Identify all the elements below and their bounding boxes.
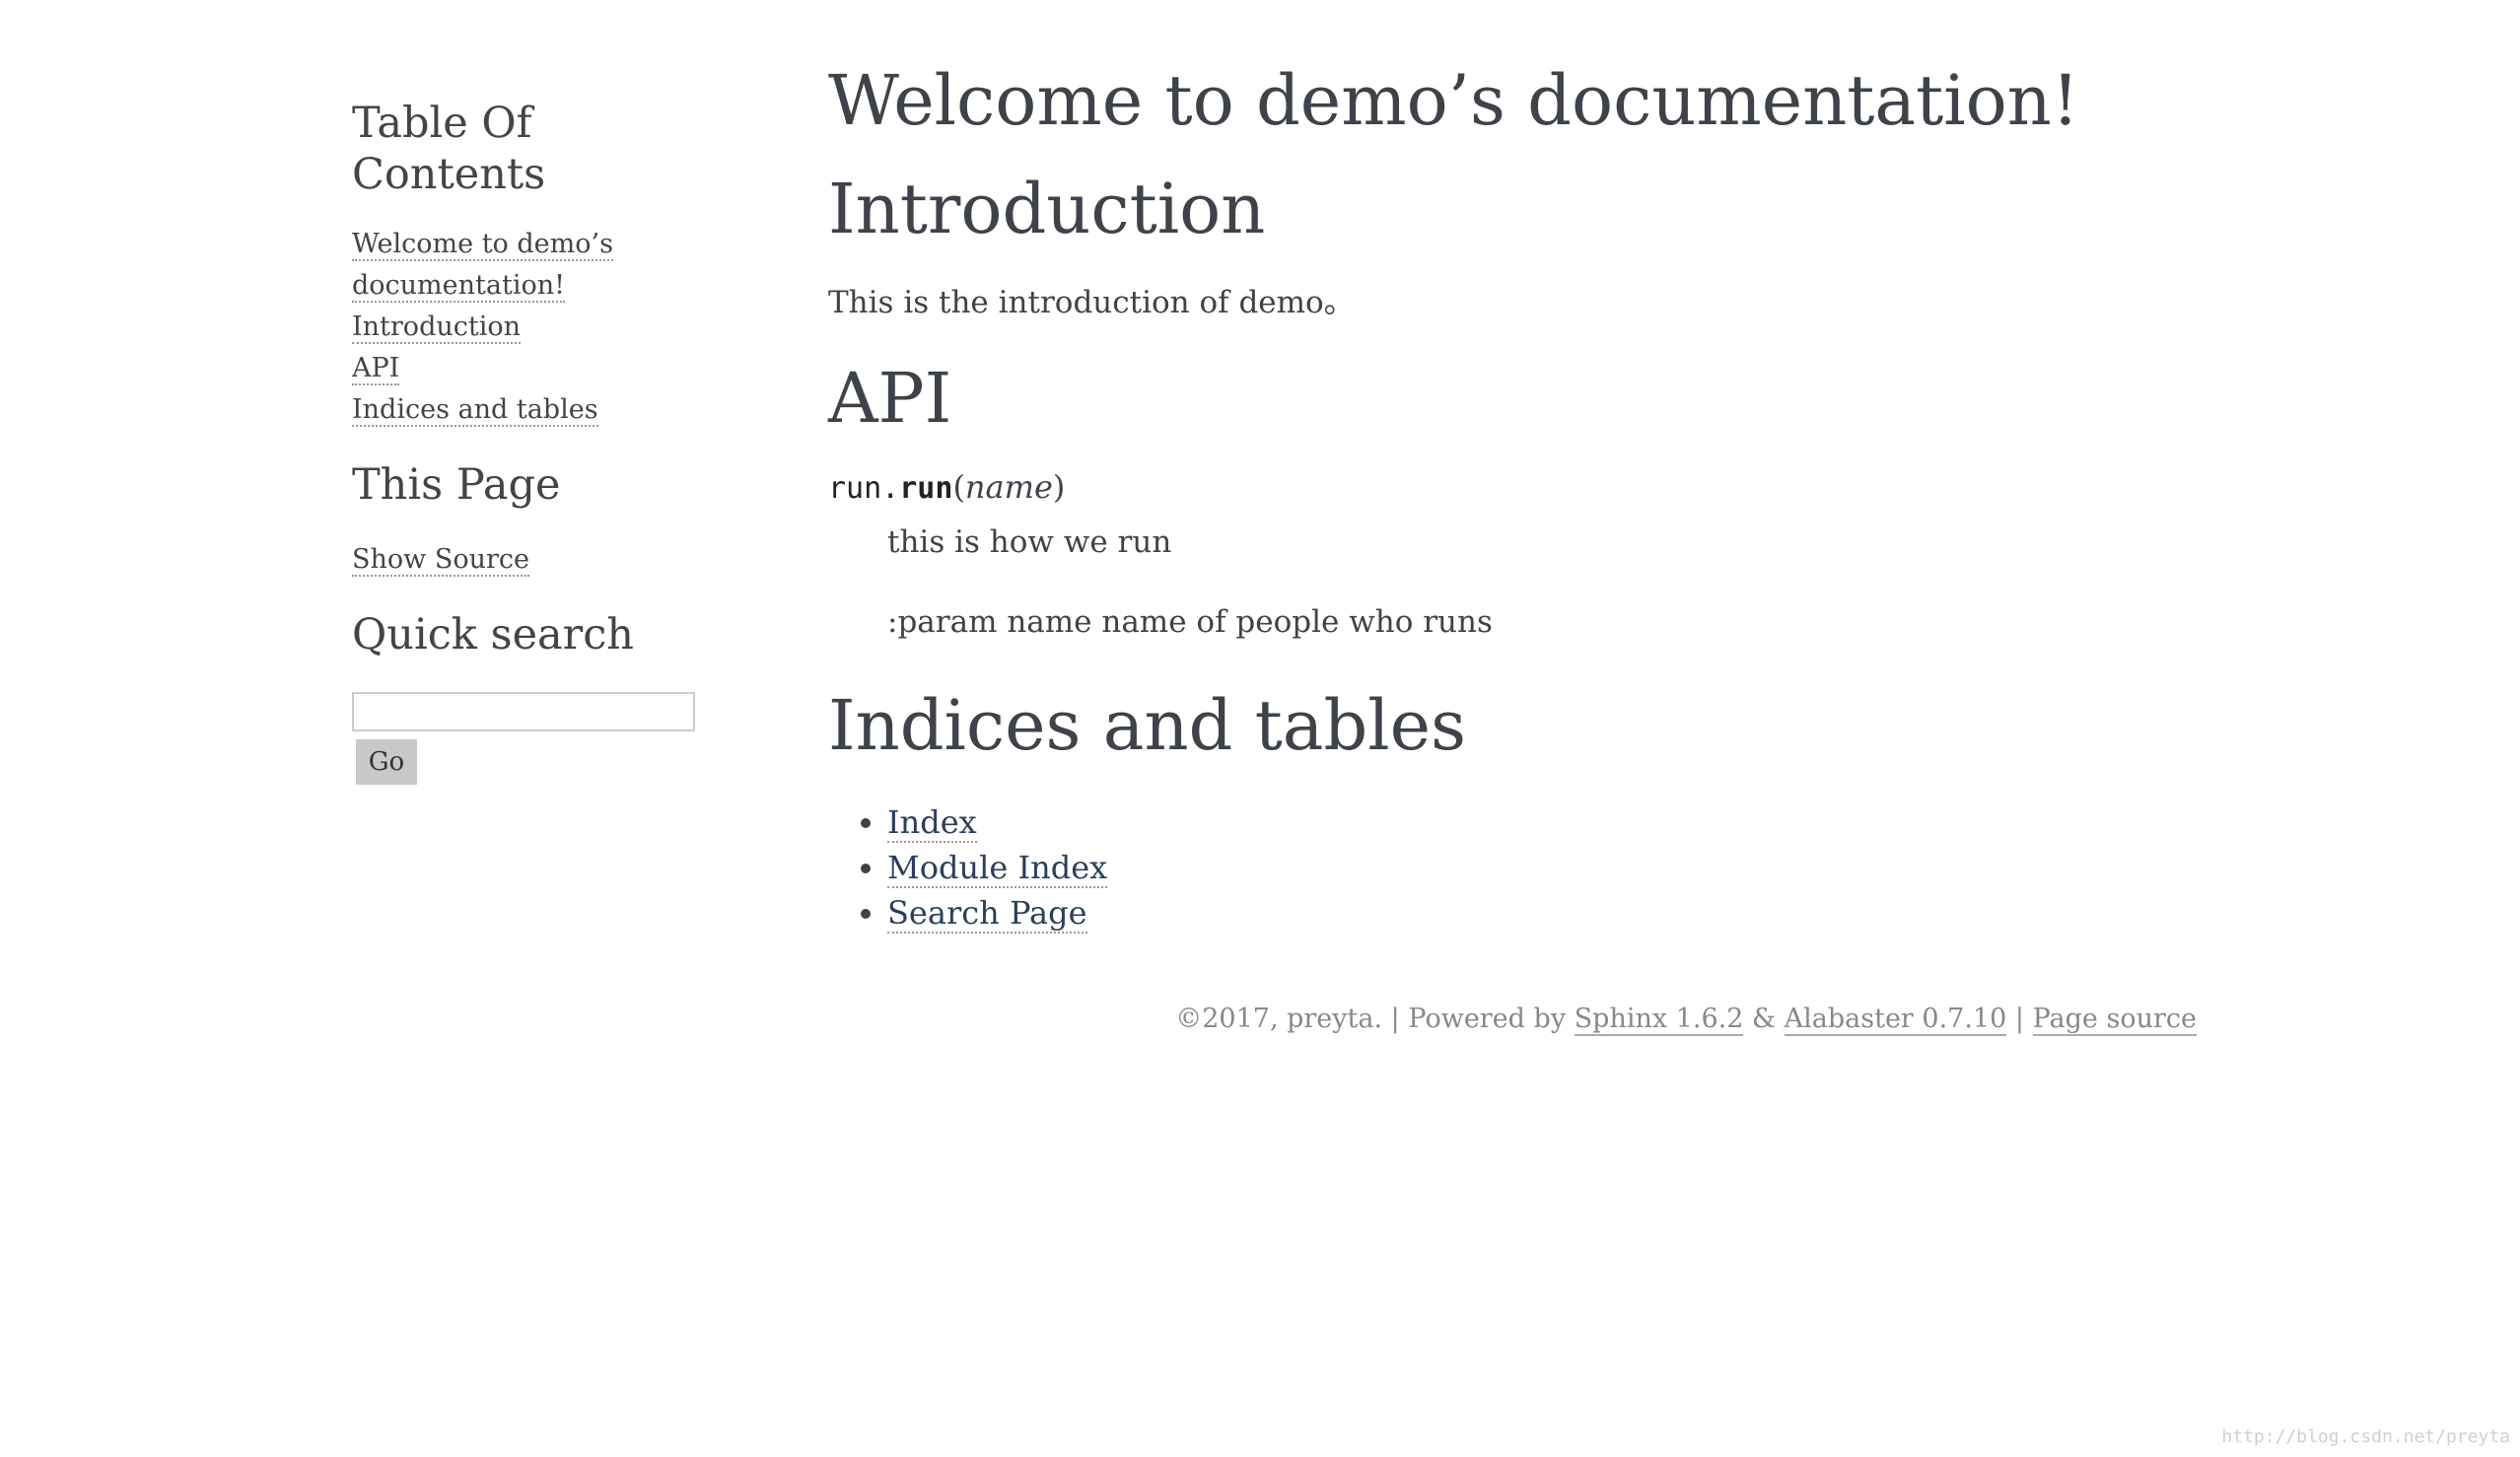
function-description: this is how we run :param name name of p… xyxy=(887,522,2208,642)
toc-item: Welcome to demo’s documentation! xyxy=(352,224,727,307)
search-page-link[interactable]: Search Page xyxy=(887,893,1087,934)
toc-list: Welcome to demo’s documentation! Introdu… xyxy=(352,224,727,431)
list-item: Search Page xyxy=(887,890,2208,936)
this-page-list: Show Source xyxy=(352,539,727,581)
this-page-item: Show Source xyxy=(352,539,727,581)
main-content: Welcome to demo’s documentation! Introdu… xyxy=(828,54,2208,936)
go-button[interactable]: Go xyxy=(356,739,417,786)
description-line: this is how we run xyxy=(887,524,1172,561)
page-source-link[interactable]: Page source xyxy=(2032,1004,2197,1036)
indices-list: Index Module Index Search Page xyxy=(828,799,2208,936)
search-input[interactable] xyxy=(352,692,695,732)
signature-param: name xyxy=(964,468,1053,507)
signature-open-paren: ( xyxy=(952,468,965,507)
toc-link-api[interactable]: API xyxy=(352,353,400,386)
footer-separator: | xyxy=(1390,1004,1400,1034)
toc-item: Introduction xyxy=(352,307,727,348)
signature-close-paren: ) xyxy=(1052,468,1066,507)
toc-link-welcome[interactable]: Welcome to demo’s documentation! xyxy=(352,229,613,304)
list-item: Module Index xyxy=(887,845,2208,890)
toc-item: Indices and tables xyxy=(352,389,727,431)
toc-link-indices[interactable]: Indices and tables xyxy=(352,394,598,428)
param-description-line: :param name name of people who runs xyxy=(887,603,1493,640)
index-link[interactable]: Index xyxy=(887,802,977,843)
signature-module: run. xyxy=(828,471,900,507)
footer-separator: | xyxy=(2014,1004,2024,1034)
signature-function: run xyxy=(899,471,953,507)
sidebar: Table Of Contents Welcome to demo’s docu… xyxy=(352,99,727,786)
watermark: http://blog.csdn.net/preyta xyxy=(2221,1426,2510,1447)
function-signature: run.run(name) xyxy=(828,468,2208,507)
api-heading: API xyxy=(828,358,952,440)
show-source-link[interactable]: Show Source xyxy=(352,543,529,577)
ampersand-text: & xyxy=(1751,1004,1777,1034)
introduction-text: This is the introduction of demo。 xyxy=(828,285,1355,320)
page-title: Welcome to demo’s documentation! xyxy=(828,60,2080,141)
quick-search-title: Quick search xyxy=(352,609,634,659)
footer: ©2017, preyta. | Powered by Sphinx 1.6.2… xyxy=(1175,1004,2197,1036)
list-item: Index xyxy=(887,799,2208,845)
indices-heading: Indices and tables xyxy=(828,684,1467,766)
this-page-title: This Page xyxy=(352,460,561,511)
module-index-link[interactable]: Module Index xyxy=(887,848,1108,888)
powered-by-text: Powered by xyxy=(1408,1004,1567,1034)
toc-item: API xyxy=(352,348,727,389)
toc-link-introduction[interactable]: Introduction xyxy=(352,312,521,345)
copyright-text: ©2017, preyta. xyxy=(1175,1004,1383,1034)
sphinx-link[interactable]: Sphinx 1.6.2 xyxy=(1574,1004,1744,1036)
alabaster-link[interactable]: Alabaster 0.7.10 xyxy=(1784,1004,2007,1036)
introduction-heading: Introduction xyxy=(828,169,1266,249)
toc-title: Table Of Contents xyxy=(352,99,546,199)
